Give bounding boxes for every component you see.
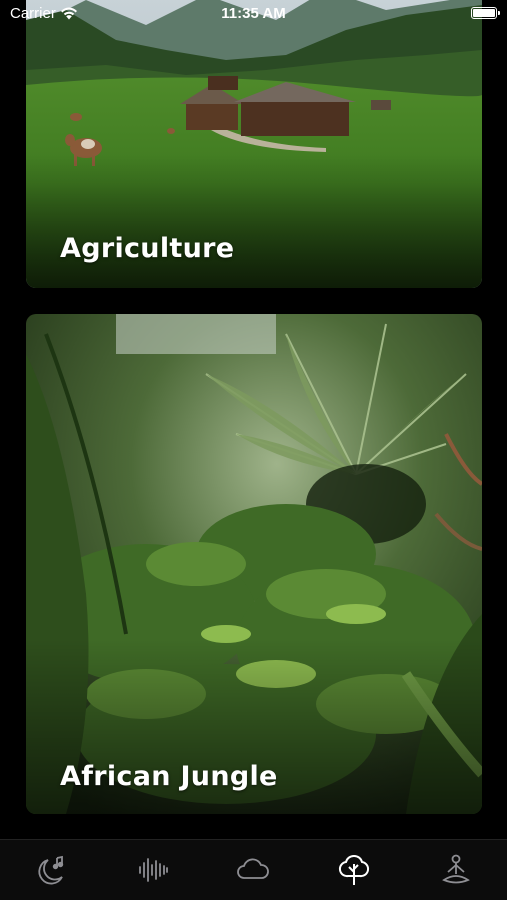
tab-weather[interactable] xyxy=(233,850,273,890)
tab-meditation[interactable] xyxy=(436,850,476,890)
tree-icon xyxy=(338,855,370,885)
moon-music-icon xyxy=(38,855,64,885)
tab-bar xyxy=(0,839,507,900)
battery-icon xyxy=(471,7,500,19)
tab-sounds[interactable] xyxy=(133,850,173,890)
status-time: 11:35 AM xyxy=(221,5,286,22)
meditation-icon xyxy=(442,854,470,884)
soundwave-icon xyxy=(139,858,168,882)
cloud-icon xyxy=(237,858,269,879)
tab-sleep[interactable] xyxy=(32,850,72,890)
card-african-jungle[interactable]: African Jungle xyxy=(26,314,482,814)
jungle-ferns-photo xyxy=(26,314,482,814)
card-title: Agriculture xyxy=(60,233,235,264)
status-bar: Carrier 11:35 AM xyxy=(0,0,507,28)
battery-level xyxy=(473,9,495,17)
card-title: African Jungle xyxy=(60,761,278,792)
tab-nature[interactable] xyxy=(334,850,374,890)
card-agriculture[interactable]: Agriculture xyxy=(26,0,482,288)
